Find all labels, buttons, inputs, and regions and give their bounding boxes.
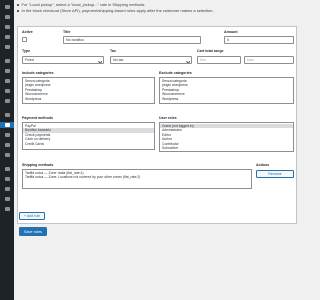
role-option[interactable]: Subscriber — [160, 146, 293, 151]
woocommerce-icon[interactable] — [3, 58, 11, 64]
type-select[interactable]: Fixed — [22, 56, 104, 64]
payment-option[interactable]: Credit Cards — [23, 142, 154, 147]
title-label: Title — [63, 30, 71, 34]
cart-min-input[interactable]: Min — [197, 56, 241, 64]
posts-icon[interactable] — [3, 14, 11, 20]
products-icon[interactable] — [3, 68, 11, 74]
settings-icon[interactable] — [3, 152, 11, 158]
payment-methods-label: Payment methods — [22, 116, 53, 120]
extra-icon-4[interactable] — [3, 206, 11, 212]
amount-label: Amount — [224, 30, 238, 34]
info-line: In the block checkout (Store API), payme… — [17, 8, 297, 14]
category-option[interactable]: Wordpress — [160, 97, 293, 102]
payments-icon[interactable] — [3, 78, 11, 84]
pages-icon[interactable] — [3, 34, 11, 40]
users-icon[interactable] — [3, 132, 11, 138]
include-categories-listbox[interactable]: Senza categoria plugin wordpress Prestas… — [22, 77, 155, 104]
plugins-icon[interactable] — [0, 122, 14, 128]
payment-methods-listbox[interactable]: PayPal Bonifico bancario Check payments … — [22, 122, 155, 150]
tax-select[interactable]: No tax — [110, 56, 192, 64]
active-checkbox[interactable] — [22, 37, 27, 42]
remove-button[interactable]: Remove — [256, 170, 294, 178]
actions-label: Actions — [256, 163, 270, 167]
category-option[interactable]: Wordpress — [23, 97, 154, 102]
bullet-icon — [17, 4, 19, 6]
exclude-categories-label: Exclude categories — [159, 71, 192, 75]
extra-icon-1[interactable] — [3, 176, 11, 182]
active-label: Active — [22, 30, 33, 34]
appearance-icon[interactable] — [3, 112, 11, 118]
title-input[interactable]: No bonifico — [63, 36, 201, 44]
add-rule-button[interactable]: + Add rule — [19, 212, 45, 220]
analytics-icon[interactable] — [3, 88, 11, 94]
tax-label: Tax — [110, 49, 116, 53]
save-rules-button[interactable]: Save rules — [19, 227, 47, 236]
amount-input[interactable]: 0 — [224, 36, 294, 44]
marketing-icon[interactable] — [3, 98, 11, 104]
cart-range-label: Cart total range — [197, 49, 224, 53]
extra-icon-2[interactable] — [3, 186, 11, 192]
type-label: Type — [22, 49, 31, 53]
media-icon[interactable] — [3, 24, 11, 30]
exclude-categories-listbox[interactable]: Senza categoria plugin wordpress Prestas… — [159, 77, 294, 104]
shipping-methods-label: Shipping methods — [22, 163, 54, 167]
bullet-icon — [17, 10, 19, 12]
shipping-option[interactable]: Tariffa unica — Zone: Locations not cove… — [23, 175, 251, 180]
include-categories-label: Include categories — [22, 71, 54, 75]
rule-card: Active Title No bonifico Amount 0 Type F… — [17, 26, 297, 224]
user-roles-label: User roles — [159, 116, 177, 120]
tools-icon[interactable] — [3, 142, 11, 148]
info-notes: For "Local pickup", select a "local_pick… — [17, 2, 297, 14]
comments-icon[interactable] — [3, 44, 11, 50]
user-roles-listbox[interactable]: Guest (not logged in) Administrator Edit… — [159, 122, 294, 152]
cart-max-input[interactable]: Max — [244, 56, 294, 64]
collapse-icon[interactable] — [3, 166, 11, 172]
dashboard-icon[interactable] — [3, 4, 11, 10]
extra-icon-3[interactable] — [3, 196, 11, 202]
shipping-methods-listbox[interactable]: Tariffa unica — Zone: Italia (flat_rate:… — [22, 169, 252, 189]
admin-sidebar — [0, 0, 14, 300]
